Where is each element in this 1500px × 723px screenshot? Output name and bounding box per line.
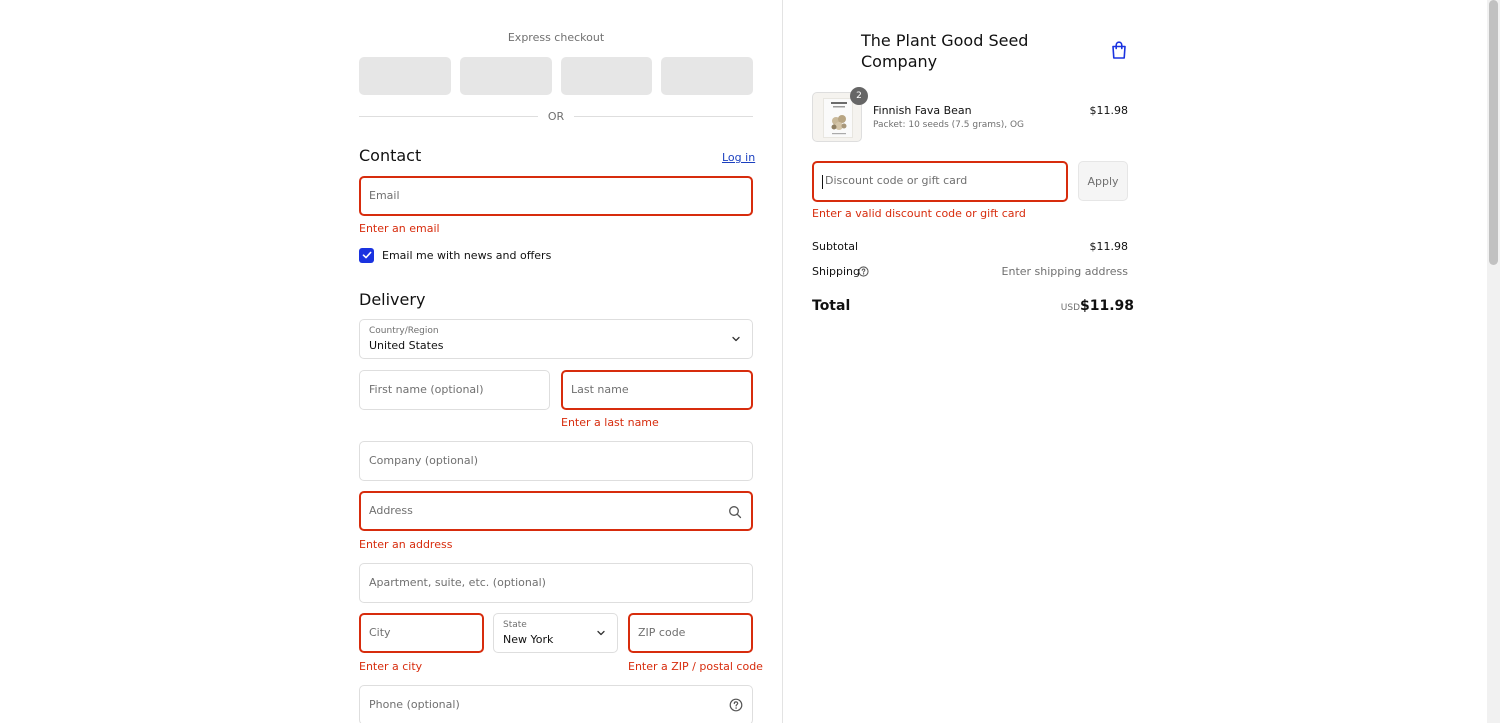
shopping-bag-icon[interactable] bbox=[1110, 40, 1128, 60]
quantity-badge: 2 bbox=[850, 87, 868, 105]
subtotal-value: $11.98 bbox=[1089, 240, 1129, 253]
newsletter-label: Email me with news and offers bbox=[382, 248, 552, 262]
address-error: Enter an address bbox=[359, 538, 453, 551]
total-label: Total bbox=[812, 298, 851, 314]
checkout-form-panel: Express checkout OR Contact Log in Email… bbox=[0, 0, 782, 723]
apartment-placeholder: Apartment, suite, etc. (optional) bbox=[369, 576, 546, 589]
first-name-field[interactable]: First name (optional) bbox=[359, 370, 550, 410]
last-name-field[interactable]: Last name bbox=[561, 370, 753, 410]
country-select[interactable]: Country/Region United States bbox=[359, 319, 753, 359]
separator-line bbox=[574, 115, 753, 117]
phone-placeholder: Phone (optional) bbox=[369, 698, 460, 711]
state-select[interactable]: State New York bbox=[493, 613, 618, 653]
seed-packet-image bbox=[823, 98, 853, 138]
shipping-value: Enter shipping address bbox=[1001, 265, 1128, 278]
subtotal-label: Subtotal bbox=[812, 240, 859, 253]
page-scrollbar[interactable] bbox=[1487, 0, 1500, 723]
express-pay-button-4[interactable] bbox=[661, 57, 753, 95]
text-cursor bbox=[822, 175, 823, 189]
country-value: United States bbox=[369, 339, 444, 352]
express-pay-button-3[interactable] bbox=[560, 57, 653, 95]
shipping-label: Shipping bbox=[812, 265, 860, 278]
express-checkout-buttons bbox=[359, 57, 753, 95]
chevron-down-icon bbox=[732, 336, 740, 342]
country-label: Country/Region bbox=[369, 326, 439, 336]
delivery-title: Delivery bbox=[359, 290, 426, 309]
scrollbar-thumb[interactable] bbox=[1489, 0, 1498, 265]
search-icon bbox=[729, 506, 742, 519]
newsletter-row: Email me with news and offers bbox=[359, 247, 551, 263]
last-name-error: Enter a last name bbox=[561, 416, 659, 429]
address-placeholder: Address bbox=[369, 504, 413, 517]
product-variant: Packet: 10 seeds (7.5 grams), OG bbox=[873, 120, 1025, 130]
company-field[interactable]: Company (optional) bbox=[359, 441, 753, 481]
help-icon[interactable] bbox=[729, 698, 743, 712]
shipping-help-icon[interactable] bbox=[858, 266, 869, 277]
discount-error: Enter a valid discount code or gift card bbox=[812, 207, 1026, 220]
express-pay-button-2[interactable] bbox=[459, 57, 552, 95]
store-name: The Plant Good Seed Company bbox=[861, 31, 1029, 71]
address-field[interactable]: Address bbox=[359, 491, 753, 531]
first-name-placeholder: First name (optional) bbox=[369, 383, 484, 396]
seed-packet-icon bbox=[831, 102, 847, 135]
chevron-down-icon bbox=[597, 630, 605, 636]
email-error: Enter an email bbox=[359, 222, 440, 235]
company-placeholder: Company (optional) bbox=[369, 454, 478, 467]
state-value: New York bbox=[503, 633, 554, 646]
discount-placeholder: Discount code or gift card bbox=[825, 174, 968, 187]
city-error: Enter a city bbox=[359, 660, 423, 673]
or-text: OR bbox=[547, 109, 565, 123]
total-currency: USD bbox=[1060, 303, 1080, 313]
apply-button[interactable]: Apply bbox=[1078, 161, 1128, 201]
checkmark-icon bbox=[362, 251, 371, 259]
separator-line bbox=[359, 115, 538, 117]
login-link[interactable]: Log in bbox=[722, 151, 755, 164]
express-checkout-title: Express checkout bbox=[507, 31, 605, 44]
zip-error: Enter a ZIP / postal code bbox=[628, 660, 763, 673]
or-separator: OR bbox=[359, 108, 753, 124]
state-label: State bbox=[503, 620, 527, 630]
product-name: Finnish Fava Bean bbox=[873, 104, 972, 117]
phone-field[interactable]: Phone (optional) bbox=[359, 685, 753, 723]
contact-title: Contact bbox=[359, 146, 422, 165]
last-name-placeholder: Last name bbox=[571, 383, 629, 396]
express-pay-button-1[interactable] bbox=[359, 57, 451, 95]
city-placeholder: City bbox=[369, 626, 391, 639]
email-field[interactable]: Email bbox=[359, 176, 753, 216]
city-field[interactable]: City bbox=[359, 613, 484, 653]
email-placeholder: Email bbox=[369, 189, 400, 202]
zip-placeholder: ZIP code bbox=[638, 626, 686, 639]
apartment-field[interactable]: Apartment, suite, etc. (optional) bbox=[359, 563, 753, 603]
newsletter-checkbox[interactable] bbox=[359, 247, 374, 263]
total-value: $11.98 bbox=[1080, 298, 1135, 314]
discount-code-field[interactable]: Discount code or gift card bbox=[812, 161, 1068, 202]
product-price: $11.98 bbox=[1089, 104, 1129, 117]
zip-field[interactable]: ZIP code bbox=[628, 613, 753, 653]
